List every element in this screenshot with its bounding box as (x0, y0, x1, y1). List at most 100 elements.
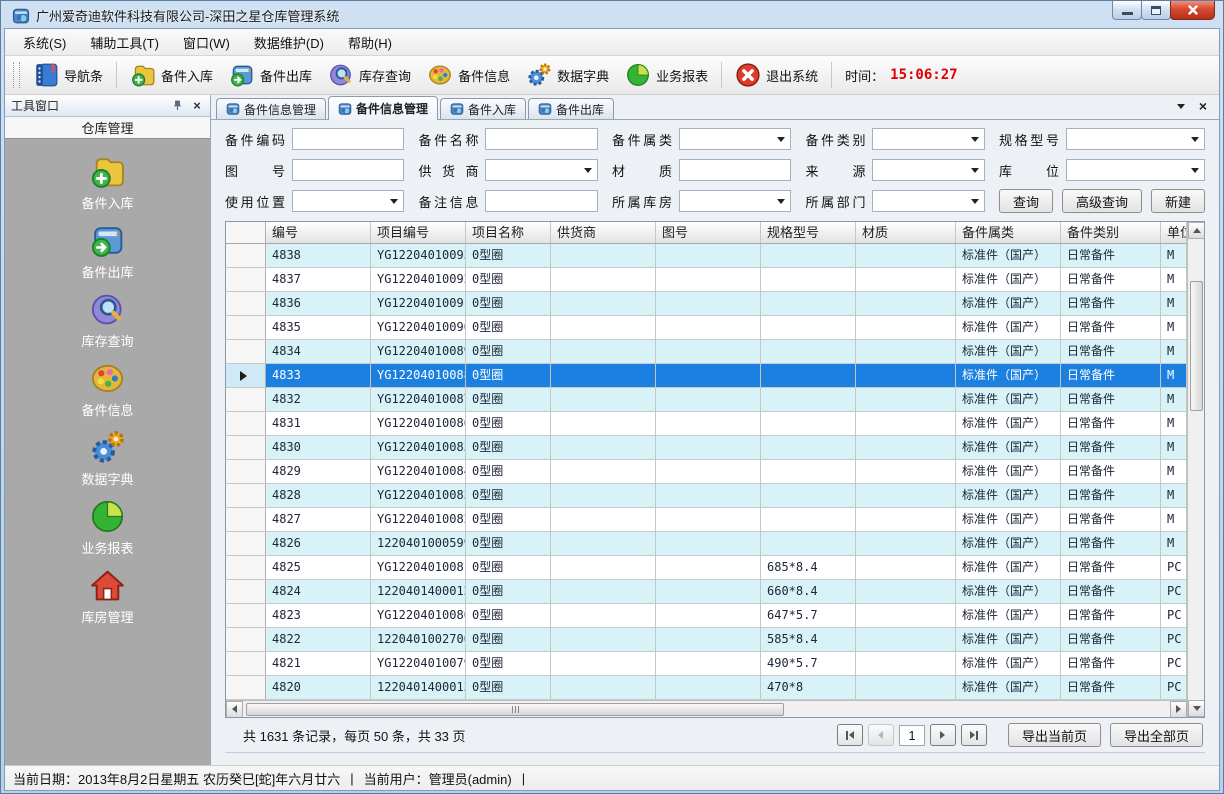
close-icon[interactable]: × (1199, 99, 1207, 113)
table-row[interactable]: 4836 YG12204010091 0型圈 标准件（国产） 日常备件 (226, 292, 1187, 316)
table-row[interactable]: 4837 YG12204010092 0型圈 标准件（国产） 日常备件 (226, 268, 1187, 292)
vertical-scrollbar[interactable] (1187, 222, 1204, 717)
tab-part-info-manage-1[interactable]: 备件信息管理 (216, 98, 326, 119)
menu-item-help[interactable]: 帮助(H) (336, 29, 404, 56)
column-header[interactable]: 图号 (656, 222, 761, 243)
table-row[interactable]: 4830 YG12204010085 0型圈 标准件（国产） 日常备件 (226, 436, 1187, 460)
advanced-query-button[interactable]: 高级查询 (1062, 189, 1142, 213)
menu-item-window[interactable]: 窗口(W) (171, 29, 242, 56)
table-row[interactable]: 4838 YG12204010093 0型圈 标准件（国产） 日常备件 (226, 244, 1187, 268)
row-selector[interactable] (226, 460, 266, 484)
page-number-input[interactable]: 1 (899, 725, 925, 746)
tab-part-inbound[interactable]: 备件入库 (440, 98, 526, 119)
row-selector[interactable] (226, 484, 266, 508)
tab-part-info-manage-2[interactable]: 备件信息管理 (328, 96, 438, 120)
export-all-pages-button[interactable]: 导出全部页 (1110, 723, 1203, 747)
horizontal-scroll-thumb[interactable] (246, 703, 784, 716)
pin-icon[interactable] (170, 99, 184, 113)
close-icon[interactable]: × (190, 99, 204, 113)
chevron-down-icon[interactable] (1177, 104, 1185, 109)
table-row[interactable]: 4834 YG12204010089 0型圈 标准件（国产） 日常备件 (226, 340, 1187, 364)
row-selector[interactable] (226, 364, 266, 388)
toolbar-business-report-button[interactable]: 业务报表 (617, 58, 716, 92)
menu-item-data-maintain[interactable]: 数据维护(D) (242, 29, 336, 56)
maximize-button[interactable] (1141, 1, 1171, 20)
table-row[interactable]: 4829 YG12204010084 0型圈 标准件（国产） 日常备件 (226, 460, 1187, 484)
row-selector[interactable] (226, 436, 266, 460)
table-row[interactable]: 4827 YG12204010082 0型圈 标准件（国产） 日常备件 (226, 508, 1187, 532)
table-row[interactable]: 4821 YG12204010079 0型圈 490*5.7 标准件（国产） (226, 652, 1187, 676)
sidebar-group-warehouse[interactable]: 仓库管理 (5, 117, 210, 139)
table-row[interactable]: 4820 1220401400013 0型圈 470*8 标准件（国产） (226, 676, 1187, 700)
remark-input[interactable] (485, 190, 597, 212)
table-row[interactable]: 4831 YG12204010086 0型圈 标准件（国产） 日常备件 (226, 412, 1187, 436)
table-row[interactable]: 4832 YG12204010087 0型圈 标准件（国产） 日常备件 (226, 388, 1187, 412)
table-row[interactable]: 4833 YG12204010088 0型圈 标准件（国产） 日常备件 (226, 364, 1187, 388)
table-row[interactable]: 4835 YG12204010090 0型圈 标准件（国产） 日常备件 (226, 316, 1187, 340)
row-selector[interactable] (226, 508, 266, 532)
supplier-select[interactable] (485, 159, 597, 181)
column-header[interactable]: 供货商 (551, 222, 656, 243)
use-position-select[interactable] (292, 190, 404, 212)
row-selector[interactable] (226, 292, 266, 316)
table-row[interactable]: 4823 YG12204010080 0型圈 647*5.7 标准件（国产） (226, 604, 1187, 628)
scroll-right-icon[interactable] (1170, 701, 1187, 718)
row-selector[interactable] (226, 652, 266, 676)
menu-item-system[interactable]: 系统(S) (11, 29, 78, 56)
row-selector[interactable] (226, 532, 266, 556)
column-header[interactable]: 项目名称 (466, 222, 551, 243)
sidebar-item-warehouse-manage[interactable]: 库房管理 (5, 567, 210, 630)
scroll-up-icon[interactable] (1188, 222, 1205, 239)
spec-model-select[interactable] (1066, 128, 1205, 150)
department-select[interactable] (872, 190, 985, 212)
column-header[interactable]: 项目编号 (371, 222, 466, 243)
toolbar-navbar-button[interactable]: 导航条 (25, 58, 111, 92)
sidebar-item-inventory-query[interactable]: 库存查询 (5, 291, 210, 354)
row-selector[interactable] (226, 412, 266, 436)
export-current-page-button[interactable]: 导出当前页 (1008, 723, 1101, 747)
toolbar-exit-button[interactable]: 退出系统 (727, 58, 826, 92)
sidebar-item-data-dictionary[interactable]: 数据字典 (5, 429, 210, 492)
minimize-button[interactable] (1112, 1, 1142, 20)
toolbar-part-inbound-button[interactable]: 备件入库 (122, 58, 221, 92)
close-button[interactable] (1170, 1, 1215, 20)
material-input[interactable] (679, 159, 791, 181)
vertical-scroll-thumb[interactable] (1190, 281, 1203, 411)
new-button[interactable]: 新建 (1151, 189, 1205, 213)
part-category-select[interactable] (679, 128, 791, 150)
toolbar-grip[interactable] (13, 62, 20, 88)
sidebar-item-part-outbound[interactable]: 备件出库 (5, 222, 210, 285)
sidebar-item-part-info[interactable]: 备件信息 (5, 360, 210, 423)
scroll-down-icon[interactable] (1188, 700, 1205, 717)
scroll-left-icon[interactable] (226, 701, 243, 718)
source-select[interactable] (872, 159, 985, 181)
column-header[interactable]: 编号 (266, 222, 371, 243)
tab-part-outbound[interactable]: 备件出库 (528, 98, 614, 119)
toolbar-data-dictionary-button[interactable]: 数据字典 (518, 58, 617, 92)
row-selector[interactable] (226, 244, 266, 268)
toolbar-part-info-button[interactable]: 备件信息 (419, 58, 518, 92)
sidebar-item-business-report[interactable]: 业务报表 (5, 498, 210, 561)
toolbar-inventory-query-button[interactable]: 库存查询 (320, 58, 419, 92)
table-row[interactable]: 4826 1220401000599 0型圈 标准件（国产） 日常备件 (226, 532, 1187, 556)
row-selector[interactable] (226, 604, 266, 628)
row-selector[interactable] (226, 388, 266, 412)
drawing-no-input[interactable] (292, 159, 404, 181)
next-page-button[interactable] (930, 724, 956, 746)
row-selector[interactable] (226, 628, 266, 652)
row-selector[interactable] (226, 676, 266, 700)
horizontal-scrollbar[interactable] (226, 700, 1187, 717)
query-button[interactable]: 查询 (999, 189, 1053, 213)
prev-page-button[interactable] (868, 724, 894, 746)
warehouse-select[interactable] (679, 190, 791, 212)
column-header[interactable]: 材质 (856, 222, 956, 243)
location-select[interactable] (1066, 159, 1205, 181)
row-selector[interactable] (226, 268, 266, 292)
menu-item-tools[interactable]: 辅助工具(T) (78, 29, 171, 56)
column-header[interactable]: 备件属类 (956, 222, 1061, 243)
part-type-select[interactable] (872, 128, 985, 150)
row-selector[interactable] (226, 340, 266, 364)
column-header[interactable]: 单位 (1161, 222, 1187, 243)
column-header[interactable]: 规格型号 (761, 222, 856, 243)
part-name-input[interactable] (485, 128, 597, 150)
